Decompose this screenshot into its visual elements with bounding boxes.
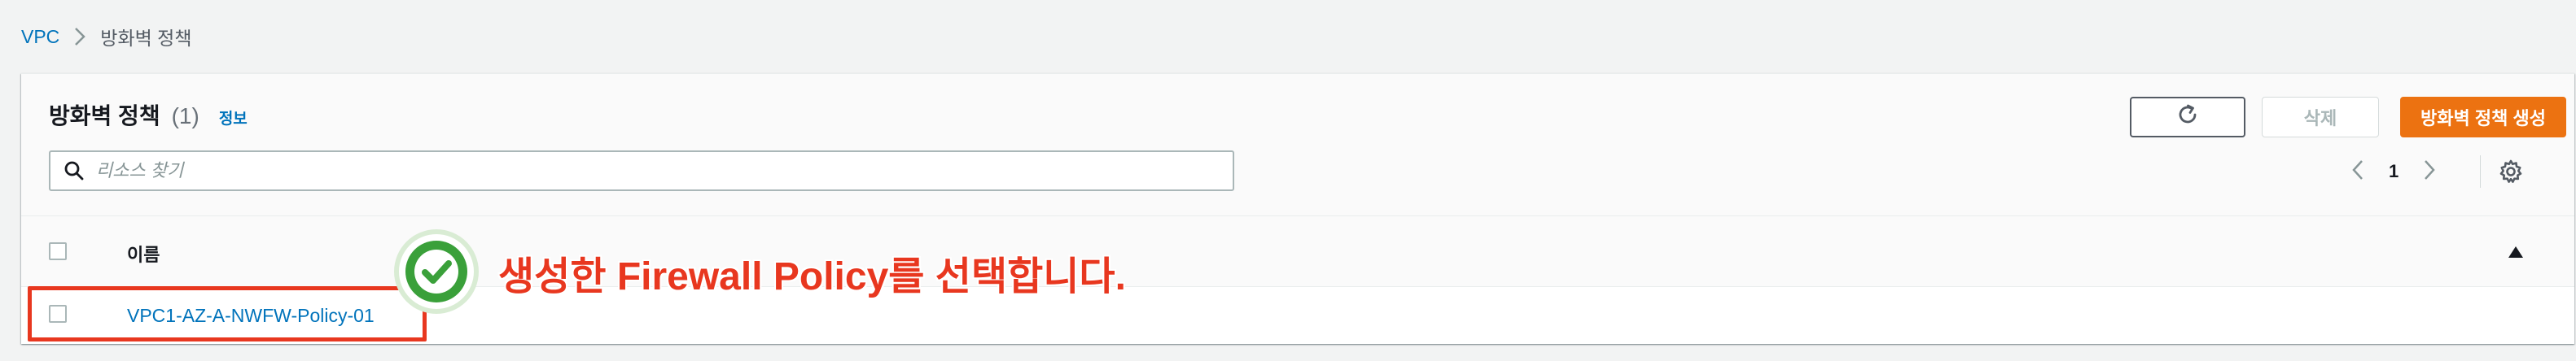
gear-icon[interactable] bbox=[2498, 159, 2524, 189]
item-count: (1) bbox=[171, 103, 199, 128]
page-title: 방화벽 정책 bbox=[49, 103, 160, 128]
breadcrumb: VPC 방화벽 정책 bbox=[21, 23, 192, 50]
breadcrumb-current: 방화벽 정책 bbox=[100, 28, 192, 49]
page: VPC 방화벽 정책 방화벽 정책 (1) 정보 삭제 방화벽 정책 생성 리소… bbox=[0, 0, 2576, 361]
refresh-button[interactable] bbox=[2130, 97, 2245, 137]
sort-ascending-icon[interactable] bbox=[2508, 246, 2524, 263]
panel-header: 방화벽 정책 (1) 정보 삭제 방화벽 정책 생성 리소스 찾기 1 bbox=[21, 74, 2574, 216]
chevron-right-icon bbox=[74, 27, 86, 46]
pagination: 1 bbox=[2351, 155, 2436, 188]
annotation-highlight-box bbox=[28, 286, 427, 341]
column-header-name[interactable]: 이름 bbox=[127, 241, 160, 267]
create-firewall-policy-button[interactable]: 방화벽 정책 생성 bbox=[2400, 97, 2566, 137]
search-icon bbox=[64, 160, 85, 181]
select-all-checkbox[interactable] bbox=[49, 242, 67, 260]
refresh-icon bbox=[2175, 102, 2200, 132]
pager-divider bbox=[2480, 155, 2481, 188]
next-page-icon[interactable] bbox=[2423, 159, 2436, 185]
checkmark-badge-icon bbox=[391, 226, 482, 321]
previous-page-icon[interactable] bbox=[2351, 159, 2364, 185]
search-input[interactable] bbox=[94, 159, 1233, 182]
search-field[interactable] bbox=[49, 150, 1234, 191]
title-row: 방화벽 정책 (1) 정보 bbox=[49, 98, 248, 131]
info-link[interactable]: 정보 bbox=[219, 107, 248, 128]
breadcrumb-vpc-link[interactable]: VPC bbox=[21, 26, 59, 48]
delete-button[interactable]: 삭제 bbox=[2262, 97, 2379, 137]
current-page-number[interactable]: 1 bbox=[2389, 161, 2399, 182]
annotation-text: 생성한 Firewall Policy를 선택합니다. bbox=[498, 255, 1126, 298]
